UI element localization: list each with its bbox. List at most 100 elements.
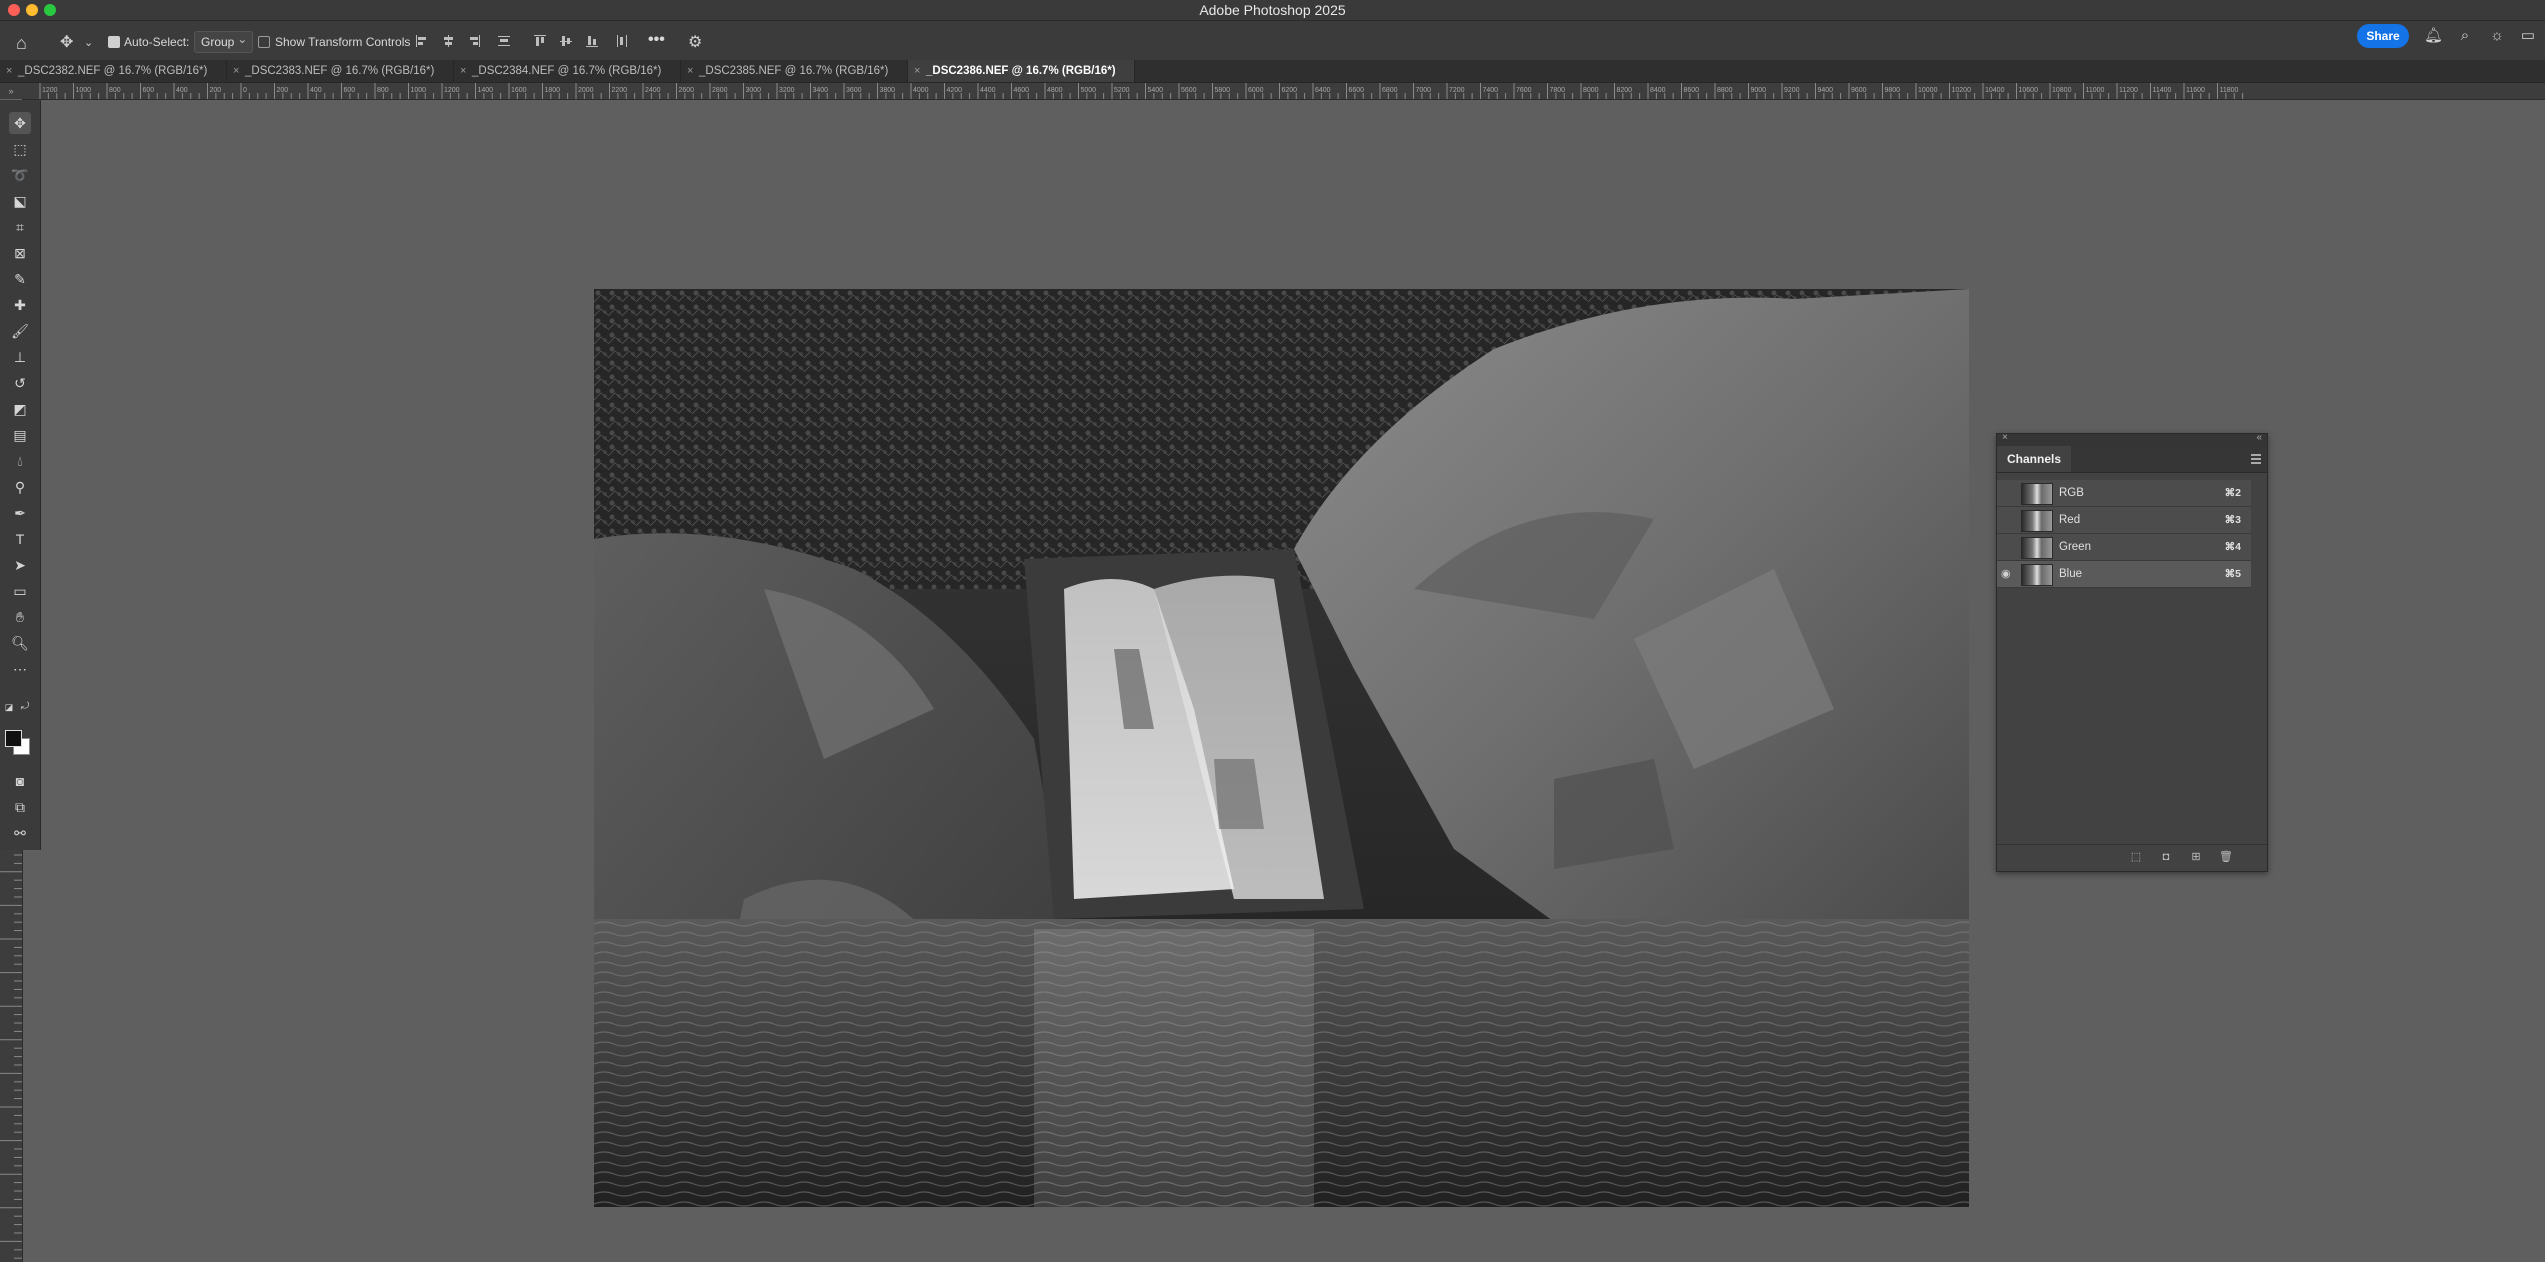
ruler-label: 8000 (1583, 87, 1599, 94)
visibility-off-icon[interactable] (2001, 541, 2015, 553)
document-tab[interactable]: × _DSC2382.NEF @ 16.7% (RGB/16*) (0, 60, 227, 82)
ruler-label: 10600 (2019, 87, 2039, 94)
align-right-icon[interactable] (468, 35, 480, 47)
document-tab-active[interactable]: × _DSC2386.NEF @ 16.7% (RGB/16*) (908, 60, 1135, 82)
channel-row-rgb[interactable]: RGB ⌘2 (1997, 480, 2251, 507)
document-canvas[interactable] (594, 289, 1969, 1207)
ruler-label: 600 (143, 87, 155, 94)
workspace-layout-icon[interactable]: ▭ (2519, 27, 2537, 45)
dodge-icon[interactable]: ⚲ (9, 476, 31, 498)
more-options-button[interactable]: ••• (648, 31, 665, 49)
align-top-icon[interactable] (534, 35, 546, 47)
auto-select-dropdown[interactable]: Group (194, 29, 254, 53)
rectangular-marquee-icon[interactable]: ⬚ (9, 138, 31, 160)
ruler-label: 1400 (478, 87, 494, 94)
gradient-icon[interactable]: ▤ (9, 424, 31, 446)
channel-row-green[interactable]: Green ⌘4 (1997, 534, 2251, 561)
waterfall-photo (594, 289, 1969, 1207)
align-left-icon[interactable] (416, 35, 428, 47)
tools-panel: ✥ ⬚ ➰ ⬕ ⌗ ⊠ ✎ ✚ 🖌︎ ⊥ ↺ ◩ ▤ 💧︎ ⚲ ✒ T ➤ ▭ … (0, 100, 41, 850)
eye-icon[interactable]: ◉ (2001, 568, 2015, 580)
save-selection-as-channel-icon[interactable]: ◘ (2159, 850, 2173, 864)
tab-label: _DSC2382.NEF @ 16.7% (RGB/16*) (18, 65, 208, 77)
pen-icon[interactable]: ✒ (9, 502, 31, 524)
path-selection-icon[interactable]: ➤ (9, 554, 31, 576)
auto-select-checkbox[interactable] (108, 36, 120, 48)
align-vertical-center-icon[interactable] (560, 35, 572, 47)
clone-stamp-icon[interactable]: ⊥ (9, 346, 31, 368)
edit-toolbar-icon[interactable]: ⚯ (9, 822, 31, 844)
color-swatches[interactable] (5, 730, 35, 760)
document-tab[interactable]: × _DSC2384.NEF @ 16.7% (RGB/16*) (454, 60, 681, 82)
channel-shortcut: ⌘2 (2224, 487, 2241, 499)
history-brush-icon[interactable]: ↺ (9, 372, 31, 394)
home-icon[interactable]: ⌂ (16, 33, 27, 53)
close-tab-icon[interactable]: × (914, 60, 920, 82)
load-channel-as-selection-icon[interactable]: ⬚ (2129, 850, 2143, 864)
type-icon[interactable]: T (9, 528, 31, 550)
distribute-horizontal-icon[interactable] (616, 35, 628, 47)
document-tab[interactable]: × _DSC2385.NEF @ 16.7% (RGB/16*) (681, 60, 908, 82)
hand-icon[interactable]: ✋︎ (9, 606, 31, 628)
align-horizontal-center-icon[interactable] (442, 35, 454, 47)
preset-dropdown-chevron-icon[interactable]: ⌄ (84, 33, 93, 53)
ruler-label: 9600 (1851, 87, 1867, 94)
new-channel-icon[interactable]: ⊞ (2189, 850, 2203, 864)
quick-mask-icon[interactable]: ◙ (9, 770, 31, 792)
align-bottom-icon[interactable] (586, 35, 598, 47)
eraser-icon[interactable]: ◩ (9, 398, 31, 420)
channel-row-blue[interactable]: ◉ Blue ⌘5 (1997, 561, 2251, 588)
close-tab-icon[interactable]: × (233, 60, 239, 82)
tab-label: _DSC2385.NEF @ 16.7% (RGB/16*) (699, 65, 889, 77)
visibility-off-icon[interactable] (2001, 514, 2015, 526)
spot-healing-brush-icon[interactable]: ✚ (9, 294, 31, 316)
crop-icon[interactable]: ⌗ (9, 216, 31, 238)
frame-icon[interactable]: ⊠ (9, 242, 31, 264)
zoom-icon[interactable]: 🔍︎ (9, 632, 31, 654)
ruler-label: 200 (210, 87, 222, 94)
search-icon[interactable]: ⌕ (2456, 27, 2474, 45)
ruler-label: 8400 (1650, 87, 1666, 94)
blur-icon[interactable]: 💧︎ (9, 450, 31, 472)
eyedropper-icon[interactable]: ✎ (9, 268, 31, 290)
channel-name: RGB (2059, 487, 2084, 499)
ruler-label: 200 (277, 87, 289, 94)
ruler-label: 800 (109, 87, 121, 94)
collapse-panel-icon[interactable]: « (2256, 432, 2262, 443)
visibility-off-icon[interactable] (2001, 487, 2015, 499)
horizontal-ruler[interactable]: 1200 1000 800 600 400 200 0 200 400 600 800 1000 120… (22, 83, 2545, 100)
rectangle-shape-icon[interactable]: ▭ (9, 580, 31, 602)
gear-icon[interactable]: ⚙ (688, 33, 702, 53)
close-tab-icon[interactable]: × (460, 60, 466, 82)
show-transform-controls-checkbox[interactable] (258, 36, 270, 48)
lasso-icon[interactable]: ➰ (9, 164, 31, 186)
channel-row-red[interactable]: Red ⌘3 (1997, 507, 2251, 534)
ruler-corner[interactable]: » (0, 83, 22, 99)
channel-shortcut: ⌘5 (2224, 568, 2241, 580)
move-tool-icon[interactable]: ✥ (9, 112, 31, 134)
foreground-color-swatch[interactable] (5, 730, 22, 747)
object-selection-icon[interactable]: ⬕ (9, 190, 31, 212)
brush-icon[interactable]: 🖌︎ (9, 320, 31, 342)
ruler-label: 5400 (1148, 87, 1164, 94)
document-tab[interactable]: × _DSC2383.NEF @ 16.7% (RGB/16*) (227, 60, 454, 82)
distribute-vertical-icon[interactable] (498, 35, 510, 47)
panel-menu-icon[interactable] (2251, 454, 2261, 464)
close-tab-icon[interactable]: × (6, 60, 12, 82)
discover-lightbulb-icon[interactable]: ☼ (2488, 27, 2506, 45)
ruler-label: 1000 (411, 87, 427, 94)
trash-icon[interactable]: 🗑︎ (2219, 850, 2233, 864)
ruler-label: 7400 (1483, 87, 1499, 94)
default-colors-icon[interactable]: ◪ (2, 696, 16, 718)
more-tools-icon[interactable]: ⋯ (9, 658, 31, 680)
ruler-label: 10800 (2052, 87, 2072, 94)
close-panel-icon[interactable]: × (2002, 432, 2008, 443)
bell-icon[interactable]: 🔔︎ (2424, 27, 2443, 45)
close-tab-icon[interactable]: × (687, 60, 693, 82)
document-tabs: × _DSC2382.NEF @ 16.7% (RGB/16*) × _DSC238… (0, 60, 2545, 83)
screen-mode-icon[interactable]: ⧉ (9, 796, 31, 818)
share-button[interactable]: Share (2357, 24, 2409, 48)
swap-colors-icon[interactable]: ⤾ (18, 696, 32, 718)
tab-channels[interactable]: Channels (1997, 446, 2072, 472)
move-tool-preset-icon[interactable]: ✥ (60, 33, 73, 53)
